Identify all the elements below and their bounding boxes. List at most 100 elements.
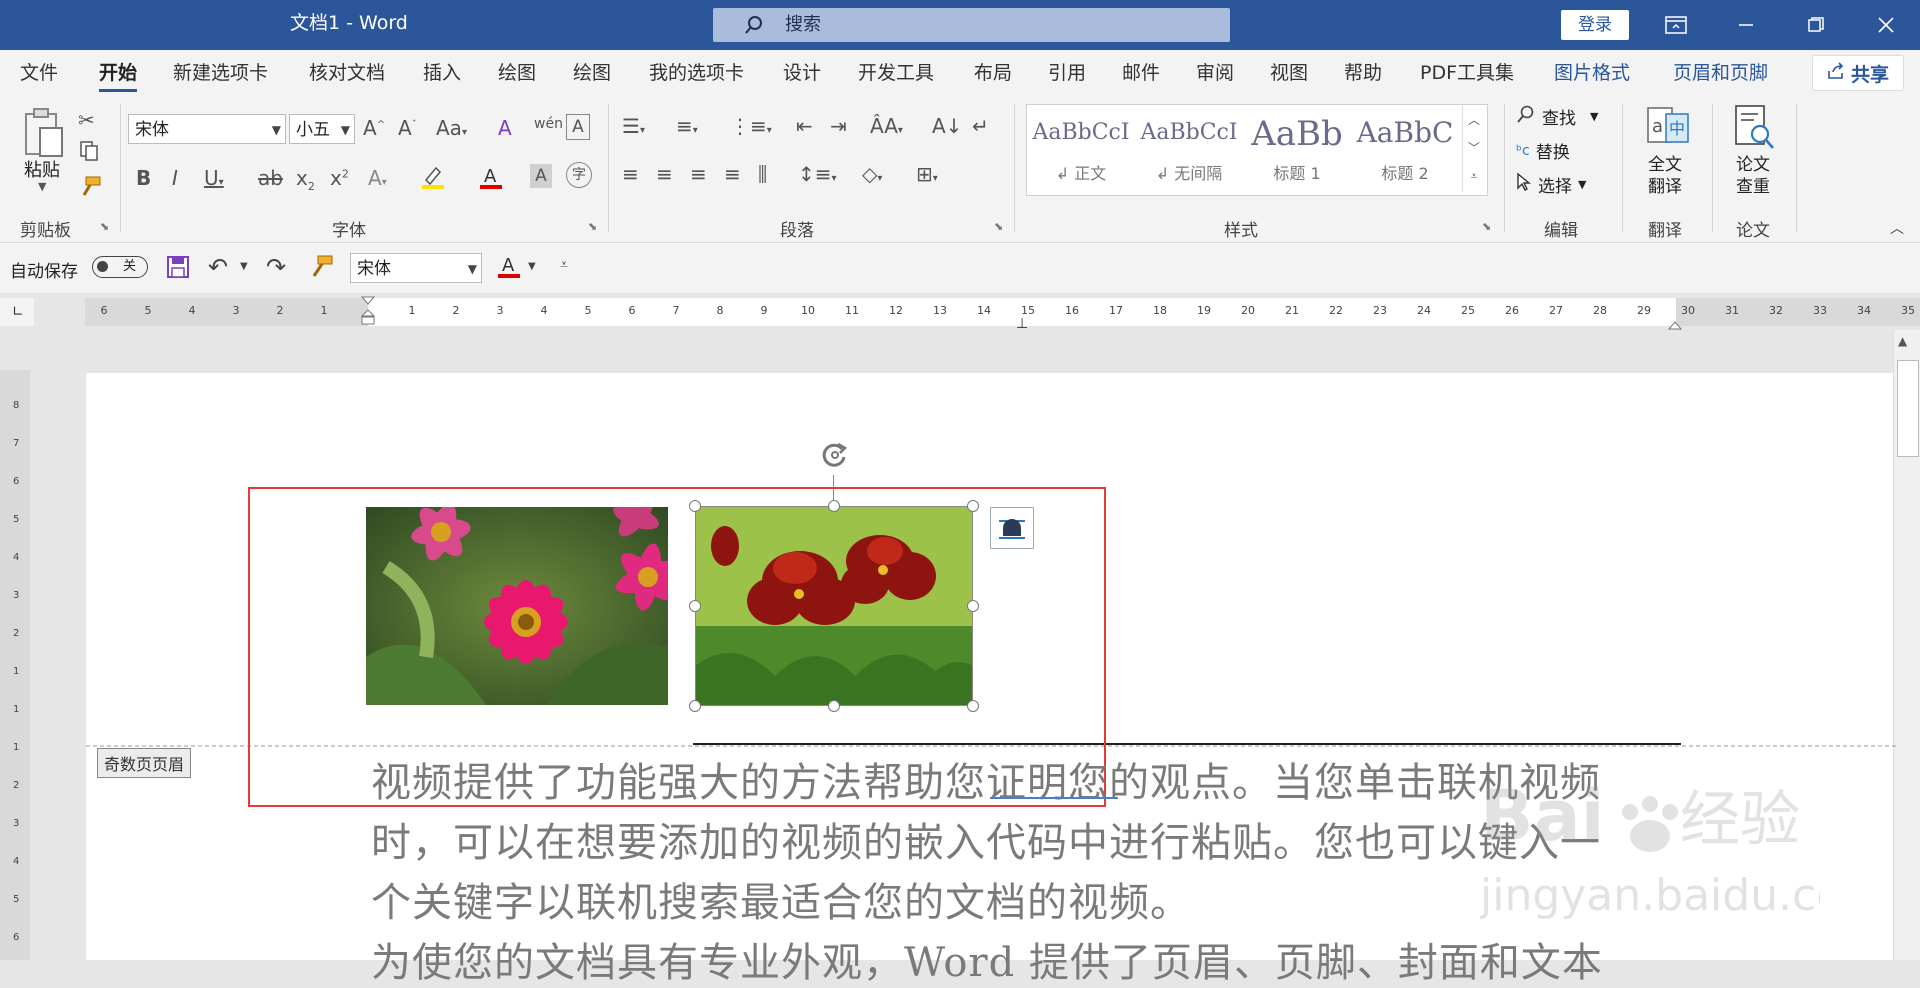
center-tab-stop[interactable]: ⊥	[1016, 316, 1028, 332]
font-name-combo[interactable]: 宋体 ▼	[128, 114, 286, 144]
superscript-icon[interactable]: x2	[330, 166, 349, 190]
copy-icon[interactable]	[78, 140, 100, 167]
close-icon[interactable]	[1856, 0, 1916, 50]
strikethrough-icon[interactable]: ab	[258, 166, 283, 190]
justify-icon[interactable]: ≡	[724, 162, 741, 186]
select-button[interactable]: 选择 ▼	[1516, 172, 1586, 197]
cut-icon[interactable]: ✂	[78, 108, 95, 132]
chevron-down-icon[interactable]: ﹀	[1463, 134, 1485, 162]
tab-draw-2[interactable]: 绘图	[573, 50, 611, 96]
char-border-icon[interactable]: A	[566, 114, 590, 140]
font-size-combo[interactable]: 小五 ▼	[289, 114, 355, 144]
right-indent-marker[interactable]	[1667, 316, 1683, 335]
tab-draw[interactable]: 绘图	[498, 50, 536, 96]
tab-review[interactable]: 审阅	[1196, 50, 1234, 96]
chevron-down-icon[interactable]: ▼	[240, 261, 248, 272]
find-button[interactable]: 查找 ▼	[1516, 104, 1598, 129]
char-shading-icon[interactable]: A	[530, 164, 552, 188]
translate-button[interactable]: 全文 翻译	[1648, 154, 1682, 198]
undo-icon[interactable]: ↶	[208, 253, 228, 281]
line-spacing-icon[interactable]: ↕≡▾	[798, 162, 837, 186]
shrink-font-icon[interactable]: Aˇ	[398, 116, 417, 140]
borders-icon[interactable]: ⊞▾	[916, 162, 938, 186]
tab-pdf-tools[interactable]: PDF工具集	[1420, 50, 1514, 96]
redo-icon[interactable]: ↷	[266, 253, 286, 281]
decrease-indent-icon[interactable]: ⇤	[796, 114, 813, 138]
change-case-icon[interactable]: Aa▾	[436, 116, 467, 140]
collapse-ribbon-icon[interactable]: ︿	[1890, 218, 1904, 238]
clipboard-launcher-icon[interactable]: ⬊	[100, 220, 109, 233]
chinese-layout-icon[interactable]: ÂA▾	[870, 114, 903, 138]
font-color-icon[interactable]: A	[496, 253, 522, 283]
format-painter-icon[interactable]	[308, 255, 334, 283]
sort-icon[interactable]: A↓	[932, 114, 962, 138]
chevron-up-icon[interactable]: ︿	[1463, 106, 1485, 134]
ribbon-display-options-icon[interactable]	[1646, 0, 1706, 50]
underline-icon[interactable]: U▾	[204, 166, 224, 190]
tab-layout[interactable]: 布局	[974, 50, 1012, 96]
shading-icon[interactable]: ◇▾	[862, 162, 882, 186]
autosave-toggle[interactable]: 关	[92, 256, 148, 278]
styles-launcher-icon[interactable]: ⬊	[1482, 220, 1491, 233]
tab-insert[interactable]: 插入	[423, 50, 461, 96]
paragraph-launcher-icon[interactable]: ⬊	[994, 220, 1003, 233]
paste-dropdown-icon[interactable]: ▼	[38, 180, 46, 193]
tab-mailings[interactable]: 邮件	[1122, 50, 1160, 96]
font-color-icon[interactable]: A	[478, 164, 504, 195]
align-left-icon[interactable]: ≡	[622, 162, 639, 186]
paper-check-icon[interactable]	[1732, 104, 1776, 156]
customize-qat-icon[interactable]: ⩡	[560, 257, 568, 273]
translate-icon[interactable]: a中	[1646, 104, 1690, 154]
bullets-icon[interactable]: ☰▾	[622, 114, 645, 138]
style-heading-1[interactable]: AaBb 标题 1	[1248, 112, 1346, 184]
scrollbar-thumb[interactable]	[1897, 360, 1919, 457]
multilevel-list-icon[interactable]: ⋮≡▾	[730, 114, 772, 138]
tab-help[interactable]: 帮助	[1344, 50, 1382, 96]
tab-home[interactable]: 开始	[99, 50, 138, 96]
enclose-char-icon[interactable]: 字	[566, 162, 592, 188]
chevron-down-icon[interactable]: ▼	[528, 261, 536, 272]
restore-icon[interactable]	[1786, 0, 1846, 50]
tab-design[interactable]: 设计	[783, 50, 821, 96]
save-icon[interactable]	[166, 255, 190, 283]
grow-font-icon[interactable]: A^	[363, 116, 385, 140]
tab-references[interactable]: 引用	[1048, 50, 1086, 96]
style-no-spacing[interactable]: AaBbCcI ↲ 无间隔	[1140, 112, 1238, 184]
tab-file[interactable]: 文件	[20, 50, 58, 96]
font-launcher-icon[interactable]: ⬊	[588, 220, 597, 233]
scroll-up-icon[interactable]: ▲	[1898, 334, 1907, 348]
tab-picture-format[interactable]: 图片格式	[1554, 50, 1630, 96]
indent-marker[interactable]	[360, 296, 376, 336]
tab-view[interactable]: 视图	[1270, 50, 1308, 96]
tab-new[interactable]: 新建选项卡	[173, 50, 268, 96]
qat-font-combo[interactable]: 宋体 ▼	[350, 253, 482, 283]
minimize-icon[interactable]	[1716, 0, 1776, 50]
increase-indent-icon[interactable]: ⇥	[830, 114, 847, 138]
numbering-icon[interactable]: ≡▾	[676, 114, 698, 138]
phonetic-guide-icon[interactable]: wén	[534, 116, 563, 132]
tab-header-footer[interactable]: 页眉和页脚	[1673, 50, 1768, 96]
style-heading-2[interactable]: AaBbC 标题 2	[1356, 112, 1454, 184]
style-normal[interactable]: AaBbCcI ↲ 正文	[1032, 112, 1130, 184]
tab-check-doc[interactable]: 核对文档	[309, 50, 385, 96]
login-button[interactable]: 登录	[1561, 10, 1629, 40]
format-painter-icon[interactable]	[78, 176, 102, 203]
share-button[interactable]: 共享	[1812, 55, 1904, 91]
vertical-scrollbar[interactable]: ▲	[1893, 330, 1920, 960]
rotate-handle-icon[interactable]	[820, 440, 850, 474]
tab-developer[interactable]: 开发工具	[858, 50, 934, 96]
gallery-more-icon[interactable]: ⩡	[1463, 162, 1485, 190]
search-box[interactable]: 搜索	[713, 8, 1230, 42]
paper-check-button[interactable]: 论文 查重	[1736, 154, 1770, 198]
tab-my-tab[interactable]: 我的选项卡	[649, 50, 744, 96]
text-effects-icon[interactable]: A▾	[368, 166, 387, 190]
clear-formatting-icon[interactable]: A	[498, 116, 512, 140]
bold-icon[interactable]: B	[136, 166, 151, 190]
align-right-icon[interactable]: ≡	[690, 162, 707, 186]
show-marks-icon[interactable]: ↵	[972, 114, 989, 138]
styles-scroll[interactable]: ︿ ﹀ ⩡	[1462, 106, 1485, 192]
italic-icon[interactable]: I	[172, 166, 178, 190]
distributed-icon[interactable]: ⫼	[758, 162, 767, 186]
subscript-icon[interactable]: x2	[296, 166, 315, 193]
highlight-color-icon[interactable]	[420, 164, 446, 195]
